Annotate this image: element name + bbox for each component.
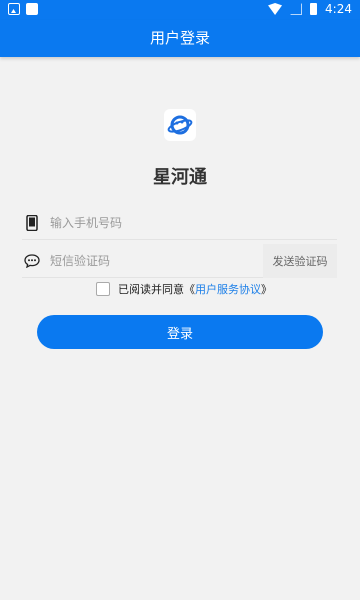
brand-name: 星河通 xyxy=(153,167,207,188)
image-notification-icon xyxy=(8,3,20,15)
page-title: 用户登录 xyxy=(0,20,360,57)
agreement-prefix: 已阅读并同意 xyxy=(118,283,184,296)
agreement-close-quote: 》 xyxy=(261,283,272,296)
status-time: 4:24 xyxy=(325,2,352,16)
agreement-row: 已阅读并同意 《 用户服务协议 》 xyxy=(96,281,272,297)
phone-row xyxy=(22,206,337,240)
service-agreement-link[interactable]: 用户服务协议 xyxy=(195,281,261,297)
status-left-icons xyxy=(8,3,38,15)
app-logo xyxy=(164,109,196,141)
phone-input[interactable] xyxy=(50,215,337,230)
code-row: 发送验证码 xyxy=(22,244,337,278)
status-bar: 4:24 xyxy=(0,0,360,20)
planet-icon xyxy=(167,115,193,135)
phone-icon xyxy=(22,213,42,233)
login-button[interactable]: 登录 xyxy=(37,315,323,349)
message-icon xyxy=(22,251,42,271)
agreement-open-quote: 《 xyxy=(184,283,195,296)
notification-icon xyxy=(26,3,38,15)
battery-icon xyxy=(310,3,318,15)
agree-checkbox[interactable] xyxy=(96,282,110,296)
status-right-icons: 4:24 xyxy=(268,2,352,16)
signal-icon xyxy=(290,3,303,15)
wifi-icon xyxy=(268,3,283,15)
send-code-button[interactable]: 发送验证码 xyxy=(263,244,337,278)
